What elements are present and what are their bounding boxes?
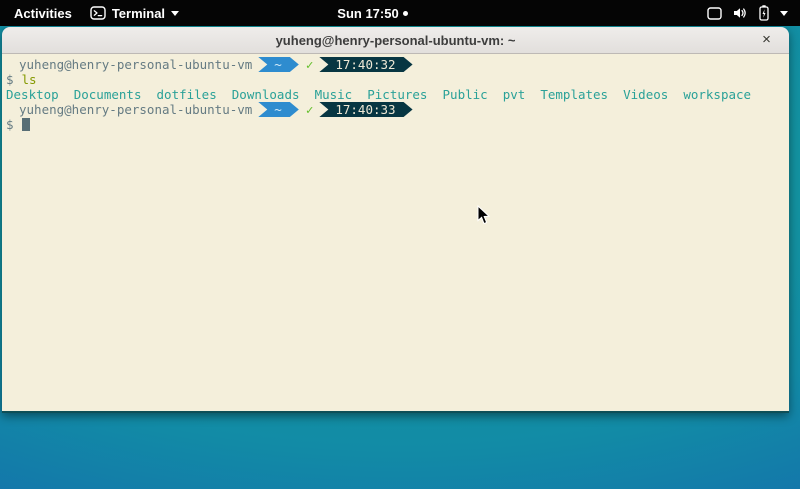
file-name: Downloads bbox=[232, 87, 300, 102]
window-titlebar[interactable]: yuheng@henry-personal-ubuntu-vm: ~ × bbox=[2, 27, 789, 54]
file-name: Pictures bbox=[367, 87, 427, 102]
prompt-user-host: yuheng@henry-personal-ubuntu-vm bbox=[6, 102, 252, 117]
system-status-area[interactable] bbox=[699, 0, 800, 26]
file-name: workspace bbox=[683, 87, 751, 102]
chevron-down-icon bbox=[780, 11, 788, 16]
close-button[interactable]: × bbox=[756, 30, 777, 51]
battery-charging-icon bbox=[758, 5, 770, 21]
prompt-time-segment: 17:40:32 bbox=[319, 57, 412, 72]
file-name: Desktop bbox=[6, 87, 59, 102]
app-menu[interactable]: Terminal bbox=[90, 6, 179, 21]
activities-button[interactable]: Activities bbox=[10, 6, 76, 21]
top-bar: Activities Terminal Sun 17:50 bbox=[0, 0, 800, 26]
command-text: ls bbox=[22, 72, 37, 87]
ls-output-line: Desktop Documents dotfiles Downloads Music Pi… bbox=[6, 87, 789, 102]
shell-prompt-symbol: $ bbox=[6, 72, 14, 87]
file-name: pvt bbox=[503, 87, 526, 102]
file-name: Templates bbox=[540, 87, 608, 102]
chevron-down-icon bbox=[171, 11, 179, 16]
terminal-cursor bbox=[22, 118, 30, 131]
prompt-status-check-icon: ✓ bbox=[306, 102, 314, 117]
prompt-time-segment: 17:40:33 bbox=[319, 102, 412, 117]
terminal-app-icon bbox=[90, 6, 106, 20]
app-menu-label: Terminal bbox=[112, 6, 165, 21]
file-name: Videos bbox=[623, 87, 668, 102]
prompt-user-host: yuheng@henry-personal-ubuntu-vm bbox=[6, 57, 252, 72]
prompt-line: yuheng@henry-personal-ubuntu-vm ~ ✓ 17:4… bbox=[6, 102, 789, 117]
file-name: Public bbox=[443, 87, 488, 102]
command-line: $ ls bbox=[6, 72, 789, 87]
prompt-cwd-segment: ~ bbox=[258, 102, 299, 117]
prompt-line: yuheng@henry-personal-ubuntu-vm ~ ✓ 17:4… bbox=[6, 57, 789, 72]
file-name: dotfiles bbox=[157, 87, 217, 102]
file-name: Music bbox=[315, 87, 353, 102]
shell-prompt-symbol: $ bbox=[6, 117, 14, 132]
prompt-status-check-icon: ✓ bbox=[306, 57, 314, 72]
clock[interactable]: Sun 17:50 bbox=[337, 6, 398, 21]
terminal-content[interactable]: yuheng@henry-personal-ubuntu-vm ~ ✓ 17:4… bbox=[2, 54, 789, 412]
volume-icon bbox=[732, 6, 748, 20]
command-line: $ bbox=[6, 117, 789, 132]
terminal-window: yuheng@henry-personal-ubuntu-vm: ~ × yuh… bbox=[2, 27, 789, 413]
file-name: Documents bbox=[74, 87, 142, 102]
window-title: yuheng@henry-personal-ubuntu-vm: ~ bbox=[2, 33, 789, 48]
display-icon bbox=[707, 7, 722, 20]
mouse-pointer-icon bbox=[477, 205, 490, 230]
notification-dot-icon bbox=[403, 11, 408, 16]
prompt-cwd-segment: ~ bbox=[258, 57, 299, 72]
